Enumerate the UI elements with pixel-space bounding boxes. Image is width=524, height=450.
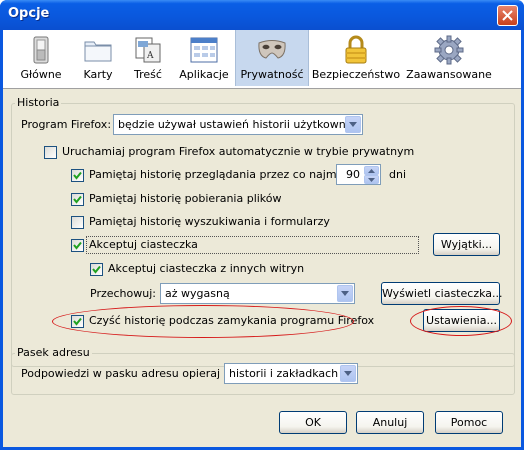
chevron-down-icon xyxy=(337,285,353,302)
third-party-cookies-checkbox[interactable] xyxy=(90,263,103,276)
keep-until-select[interactable]: aż wygasną xyxy=(160,283,355,304)
highlight-ellipse-checkbox xyxy=(52,305,354,338)
remember-browsing-checkbox[interactable] xyxy=(71,169,84,182)
svg-text:A: A xyxy=(146,51,154,61)
tab-security[interactable]: Bezpieczeństwo xyxy=(310,30,402,86)
private-mode-checkbox[interactable] xyxy=(44,146,57,159)
tab-tabs-label: Karty xyxy=(83,68,113,81)
tab-main[interactable]: Główne xyxy=(11,30,71,86)
program-label: Program Firefox: xyxy=(21,118,112,131)
ok-button[interactable]: OK xyxy=(279,411,347,434)
remember-downloads-checkbox[interactable] xyxy=(71,193,84,206)
close-icon xyxy=(502,10,513,21)
accept-cookies-checkbox[interactable] xyxy=(71,239,84,252)
tab-content-label: Treść xyxy=(134,68,162,81)
remember-search-checkbox[interactable] xyxy=(71,216,84,229)
days-stepper[interactable]: 90 xyxy=(336,164,381,185)
history-mode-value: będzie używał ustawień historii użytkown… xyxy=(118,118,362,131)
private-mode-label: Uruchamiaj program Firefox automatycznie… xyxy=(62,145,415,158)
tab-content[interactable]: A Treść xyxy=(125,30,171,86)
switch-icon xyxy=(33,36,49,64)
accept-cookies-label: Akceptuj ciasteczka xyxy=(89,238,198,251)
options-window: Opcje Główne Karty A Treść Aplikacje Pry… xyxy=(0,0,524,450)
padlock-icon xyxy=(345,35,367,64)
checkmark-icon xyxy=(73,195,82,204)
checkmark-icon xyxy=(73,171,82,180)
history-mode-select[interactable]: będzie używał ustawień historii użytkown… xyxy=(113,114,363,135)
spin-down-button[interactable] xyxy=(364,175,379,184)
tab-advanced[interactable]: Zaawansowane xyxy=(405,30,493,86)
chevron-down-icon xyxy=(345,116,361,133)
cancel-button[interactable]: Anuluj xyxy=(356,411,424,434)
remember-browsing-label: Pamiętaj historię przeglądania przez co … xyxy=(89,168,357,181)
third-party-cookies-label: Akceptuj ciasteczka z innych witryn xyxy=(108,262,305,275)
spin-up-button[interactable] xyxy=(364,166,379,175)
keep-until-label: Przechowuj: xyxy=(90,287,156,300)
gear-icon xyxy=(434,35,464,65)
content-icon: A xyxy=(135,37,161,63)
tab-main-label: Główne xyxy=(20,68,62,81)
tab-tabs[interactable]: Karty xyxy=(73,30,123,86)
tab-applications[interactable]: Aplikacje xyxy=(175,30,233,86)
category-toolbar: Główne Karty A Treść Aplikacje Prywatnoś… xyxy=(3,30,521,89)
checkmark-icon xyxy=(73,241,82,250)
applications-icon xyxy=(190,37,218,63)
address-bar-group-title: Pasek adresu xyxy=(15,346,92,359)
highlight-ellipse-button xyxy=(410,306,512,336)
help-button[interactable]: Pomoc xyxy=(435,411,503,434)
suggest-value: historii i zakładkach xyxy=(229,367,339,380)
tabs-folder-icon xyxy=(84,41,112,62)
title-bar[interactable]: Opcje xyxy=(0,0,524,30)
window-title: Opcje xyxy=(8,6,50,21)
suggest-label: Podpowiedzi w pasku adresu opieraj na: xyxy=(21,367,241,380)
chevron-down-icon xyxy=(340,365,356,382)
tab-privacy-label: Prywatność xyxy=(240,68,304,81)
exceptions-button[interactable]: Wyjątki... xyxy=(433,233,500,256)
mask-icon xyxy=(258,40,286,59)
tab-security-label: Bezpieczeństwo xyxy=(311,68,401,81)
suggest-select[interactable]: historii i zakładkach xyxy=(224,363,358,384)
tab-privacy[interactable]: Prywatność xyxy=(235,30,309,86)
remember-downloads-label: Pamiętaj historię pobierania plików xyxy=(89,192,282,205)
tab-advanced-label: Zaawansowane xyxy=(406,68,492,81)
tab-applications-label: Aplikacje xyxy=(179,68,229,81)
show-cookies-button[interactable]: Wyświetl ciasteczka... xyxy=(381,282,503,305)
history-group-title: Historia xyxy=(15,96,62,109)
days-unit-label: dni xyxy=(389,168,407,181)
checkmark-icon xyxy=(92,265,101,274)
keep-until-value: aż wygasną xyxy=(165,287,230,300)
close-button[interactable] xyxy=(497,5,518,26)
remember-search-label: Pamiętaj historię wyszukiwania i formula… xyxy=(89,215,330,228)
days-value: 90 xyxy=(346,168,360,181)
dialog-body: Główne Karty A Treść Aplikacje Prywatnoś… xyxy=(3,30,521,447)
